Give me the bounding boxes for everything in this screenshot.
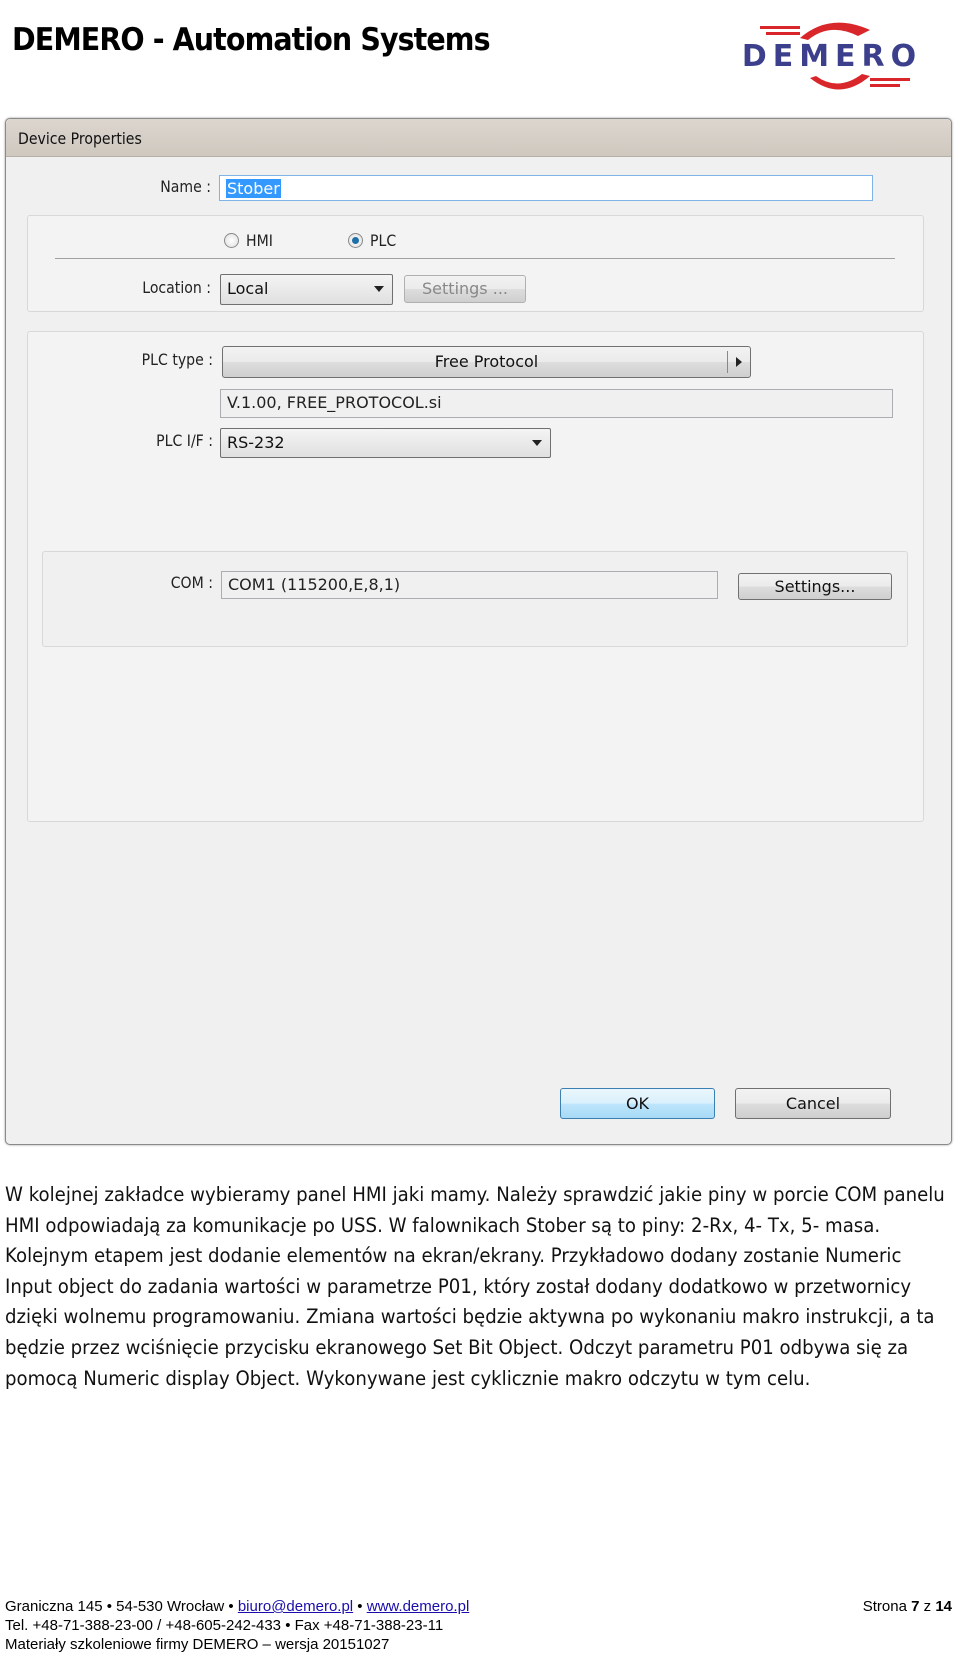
website-link[interactable]: www.demero.pl — [367, 1598, 470, 1615]
demero-logo: DEMERO — [742, 22, 922, 90]
footer-phones: Tel. +48-71-388-23-00 / +48-605-242-433 … — [5, 1617, 444, 1634]
name-label: Name : — [160, 177, 211, 196]
radio-plc-label: PLC — [370, 231, 397, 250]
footer-version: Materiały szkoleniowe firmy DEMERO – wer… — [5, 1636, 390, 1653]
chevron-right-icon — [736, 357, 742, 367]
location-select[interactable]: Local — [220, 274, 393, 305]
dialog-title: Device Properties — [18, 129, 142, 148]
plc-if-select[interactable]: RS-232 — [220, 428, 551, 458]
chevron-down-icon — [374, 286, 384, 292]
location-settings-button[interactable]: Settings ... — [404, 275, 526, 303]
location-label: Location : — [142, 278, 211, 297]
plc-type-label: PLC type : — [141, 350, 213, 369]
separator: • — [353, 1598, 367, 1615]
page-prefix: Strona — [862, 1598, 912, 1615]
svg-text:DEMERO: DEMERO — [742, 39, 922, 74]
version-field: V.1.00, FREE_PROTOCOL.si — [220, 389, 893, 418]
location-value: Local — [227, 279, 269, 298]
ok-button[interactable]: OK — [560, 1088, 715, 1119]
radio-hmi-label: HMI — [246, 231, 273, 250]
device-properties-dialog: Device Properties Name : Stober HMI PLC … — [5, 118, 952, 1145]
name-input[interactable]: Stober — [219, 175, 873, 201]
page-total: 14 — [935, 1598, 952, 1615]
chevron-down-icon — [532, 440, 542, 446]
com-settings-button[interactable]: Settings... — [738, 573, 892, 600]
page-header-title: DEMERO - Automation Systems — [12, 22, 491, 58]
page-number: Strona 7 z 14 — [863, 1598, 952, 1615]
footer-address-line: Graniczna 145 • 54-530 Wrocław • biuro@d… — [5, 1598, 469, 1615]
name-value: Stober — [226, 179, 281, 198]
radio-hmi[interactable] — [224, 233, 239, 248]
com-group: COM : COM1 (115200,E,8,1) Settings... — [42, 551, 908, 647]
dialog-titlebar: Device Properties — [6, 119, 951, 157]
radio-plc[interactable] — [348, 233, 363, 248]
plc-if-value: RS-232 — [227, 433, 285, 452]
page-mid: z — [919, 1598, 936, 1615]
plc-if-label: PLC I/F : — [156, 431, 213, 450]
separator — [727, 351, 728, 373]
email-link[interactable]: biuro@demero.pl — [238, 1598, 353, 1615]
com-field: COM1 (115200,E,8,1) — [221, 571, 718, 599]
plc-type-value: Free Protocol — [434, 352, 539, 371]
plc-type-button[interactable]: Free Protocol — [222, 346, 751, 378]
cancel-button[interactable]: Cancel — [735, 1088, 891, 1119]
com-label: COM : — [170, 573, 213, 592]
device-type-group: HMI PLC Location : Local Settings ... — [27, 215, 924, 312]
divider — [55, 258, 895, 259]
footer-address: Graniczna 145 • 54-530 Wrocław • — [5, 1598, 238, 1615]
body-paragraph: W kolejnej zakładce wybieramy panel HMI … — [5, 1183, 945, 1390]
plc-group: PLC type : Free Protocol V.1.00, FREE_PR… — [27, 331, 924, 822]
